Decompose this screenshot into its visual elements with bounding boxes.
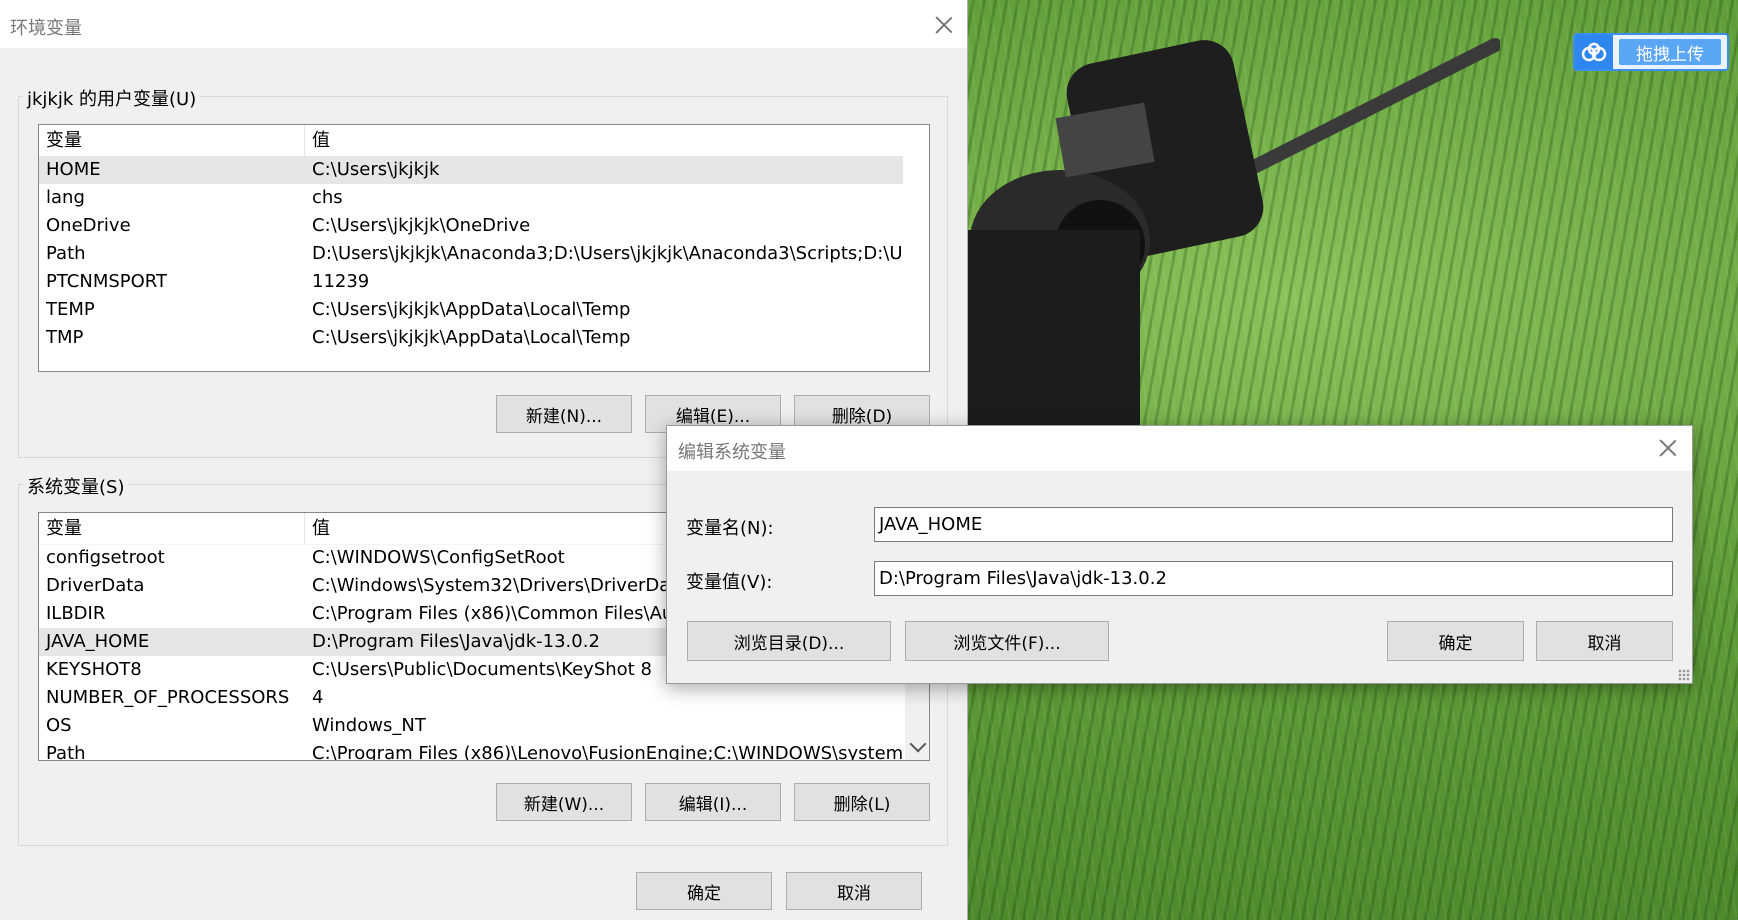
variable-name-cell: NUMBER_OF_PROCESSORS [46, 687, 290, 708]
variable-name-cell: PTCNMSPORT [46, 271, 167, 292]
variable-name-cell: TMP [46, 327, 84, 348]
variable-name-cell: DriverData [46, 575, 145, 596]
variable-name-cell: Path [46, 743, 86, 761]
table-row[interactable]: OS Windows_NT [39, 712, 903, 740]
edit-dialog-title: 编辑系统变量 [678, 442, 786, 463]
table-row[interactable]: TMP C:\Users\jkjkjk\AppData\Local\Temp [39, 324, 903, 352]
variable-name-cell: ILBDIR [46, 603, 106, 624]
column-header-name[interactable]: 变量 [39, 125, 305, 156]
user-new-button[interactable]: 新建(N)... [496, 395, 632, 433]
table-row[interactable]: PTCNMSPORT 11239 [39, 268, 903, 296]
variable-name-cell: HOME [46, 159, 101, 180]
edit-cancel-button[interactable]: 取消 [1536, 621, 1673, 661]
table-row[interactable]: HOME C:\Users\jkjkjk [39, 156, 903, 184]
column-header-name[interactable]: 变量 [39, 513, 305, 544]
variable-value-cell: C:\Users\jkjkjk\AppData\Local\Temp [312, 327, 631, 348]
system-vars-group-label: 系统变量(S) [23, 473, 129, 499]
system-edit-button[interactable]: 编辑(I)... [645, 783, 781, 821]
variable-name-input[interactable]: JAVA_HOME [874, 507, 1673, 542]
wallpaper-rifle-image [940, 38, 1500, 430]
variable-name-cell: TEMP [46, 299, 95, 320]
system-new-button[interactable]: 新建(W)... [496, 783, 632, 821]
column-header-value[interactable]: 值 [305, 513, 330, 544]
drag-upload-label: 拖拽上传 [1619, 39, 1721, 65]
variable-name-cell: KEYSHOT8 [46, 659, 142, 680]
variable-value-input[interactable]: D:\Program Files\Java\jdk-13.0.2 [874, 561, 1673, 596]
edit-dialog-titlebar: 编辑系统变量 [667, 426, 1692, 471]
table-row[interactable]: OneDrive C:\Users\jkjkjk\OneDrive [39, 212, 903, 240]
env-cancel-button[interactable]: 取消 [786, 872, 922, 910]
table-row[interactable]: TEMP C:\Users\jkjkjk\AppData\Local\Temp [39, 296, 903, 324]
table-row[interactable]: lang chs [39, 184, 903, 212]
variable-value-cell: C:\Program Files (x86)\Lenovo\FusionEngi… [312, 743, 903, 761]
variable-value-cell: C:\Users\jkjkjk\AppData\Local\Temp [312, 299, 631, 320]
table-row[interactable]: Path C:\Program Files (x86)\Lenovo\Fusion… [39, 740, 903, 761]
variable-name-cell: lang [46, 187, 85, 208]
variable-value-cell: D:\Users\jkjkjk\Anaconda3;D:\Users\jkjkj… [312, 243, 903, 264]
variable-name-cell: OneDrive [46, 215, 131, 236]
env-window-title: 环境变量 [10, 18, 82, 39]
variable-name-label: 变量名(N): [686, 518, 774, 539]
edit-ok-button[interactable]: 确定 [1387, 621, 1524, 661]
system-delete-button[interactable]: 删除(L) [794, 783, 930, 821]
scroll-down-icon[interactable] [909, 735, 927, 753]
variable-name-cell: configsetroot [46, 547, 165, 568]
browse-directory-button[interactable]: 浏览目录(D)... [687, 621, 891, 661]
table-row[interactable]: NUMBER_OF_PROCESSORS 4 [39, 684, 903, 712]
user-vars-list[interactable]: 变量 值 HOME C:\Users\jkjkjk lang chs OneDrive C… [38, 124, 930, 372]
user-vars-group-label: jkjkjk 的用户变量(U) [23, 85, 201, 111]
user-vars-list-header: 变量 值 [39, 125, 903, 157]
variable-value-cell: Windows_NT [312, 715, 426, 736]
close-icon[interactable] [935, 16, 953, 34]
cloud-icon [1575, 35, 1613, 69]
variable-value-cell: C:\Users\jkjkjk\OneDrive [312, 215, 531, 236]
env-titlebar: 环境变量 [0, 0, 967, 48]
close-icon[interactable] [1659, 439, 1677, 457]
variable-name-cell: Path [46, 243, 86, 264]
env-ok-button[interactable]: 确定 [636, 872, 772, 910]
browse-file-button[interactable]: 浏览文件(F)... [905, 621, 1109, 661]
drag-upload-widget[interactable]: 拖拽上传 [1573, 33, 1729, 71]
edit-system-variable-dialog: 编辑系统变量 变量名(N): JAVA_HOME 变量值(V): D:\Prog… [666, 425, 1693, 684]
variable-value-cell: 11239 [312, 271, 370, 292]
table-row[interactable]: Path D:\Users\jkjkjk\Anaconda3;D:\Users\j… [39, 240, 903, 268]
variable-value-cell: 4 [312, 687, 324, 708]
variable-name-cell: OS [46, 715, 72, 736]
variable-value-cell: chs [312, 187, 343, 208]
variable-value-label: 变量值(V): [686, 572, 773, 593]
column-header-value[interactable]: 值 [305, 125, 330, 156]
variable-value-cell: C:\Users\jkjkjk [312, 159, 440, 180]
resize-grip-icon[interactable] [1678, 669, 1690, 681]
variable-name-cell: JAVA_HOME [46, 631, 150, 652]
